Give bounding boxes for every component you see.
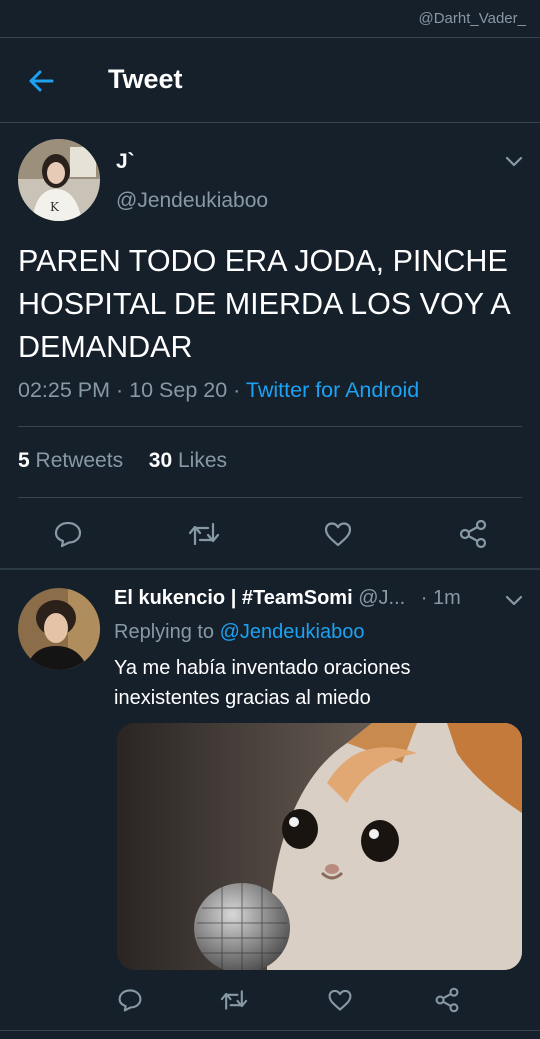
reply-author-name[interactable]: El kukencio | #TeamSomi (114, 587, 353, 609)
chevron-down-icon[interactable] (503, 589, 525, 611)
reply-header: El kukencio | #TeamSomi @J... · 1m (114, 587, 461, 610)
author-name[interactable]: J` (116, 150, 135, 174)
share-icon[interactable] (458, 519, 488, 549)
page-title: Tweet (108, 64, 183, 94)
retweet-icon[interactable] (219, 987, 249, 1013)
reply-author-handle[interactable]: @J... (358, 587, 405, 609)
bottom-divider (0, 1030, 540, 1031)
share-icon[interactable] (434, 987, 460, 1013)
separator: · (116, 378, 130, 402)
svg-text:K: K (50, 200, 60, 214)
like-icon[interactable] (323, 519, 353, 549)
likes-stat[interactable]: 30 Likes (149, 449, 227, 472)
tweet-meta: 02:25 PM · 10 Sep 20 · Twitter for Andro… (18, 378, 419, 403)
header-divider (0, 122, 540, 123)
top-divider (0, 37, 540, 38)
tweet-stats: 5 Retweets 30 Likes (18, 449, 227, 473)
reply-icon[interactable] (53, 519, 83, 549)
separator: · (233, 378, 246, 402)
reply-age: · 1m (420, 587, 461, 609)
author-avatar[interactable]: K (18, 139, 100, 221)
reply-media-image[interactable] (117, 723, 522, 970)
tweet-text: PAREN TODO ERA JODA, PINCHE HOSPITAL DE … (18, 244, 509, 364)
reply-icon[interactable] (117, 987, 143, 1013)
replying-label: Replying to (114, 621, 215, 643)
tweet-date: 10 Sep 20 (129, 378, 228, 402)
tweet-time: 02:25 PM (18, 378, 111, 402)
author-handle[interactable]: @Jendeukiaboo (116, 189, 268, 213)
chevron-down-icon[interactable] (503, 150, 525, 172)
tweet-source[interactable]: Twitter for Android (246, 378, 419, 402)
replying-to: Replying to @Jendeukiaboo (114, 621, 364, 644)
back-arrow-icon[interactable] (26, 66, 56, 96)
like-icon[interactable] (327, 987, 353, 1013)
watermark: @Darht_Vader_ (418, 10, 526, 27)
section-divider (0, 568, 540, 570)
meta-divider (18, 426, 522, 427)
reply-author-avatar[interactable] (18, 588, 100, 670)
replying-to-handle[interactable]: @Jendeukiaboo (220, 621, 365, 643)
retweet-icon[interactable] (187, 519, 221, 549)
reply-text: Ya me había inventado oraciones inexiste… (114, 657, 411, 709)
stats-divider (18, 497, 522, 498)
retweets-stat[interactable]: 5 Retweets (18, 449, 123, 472)
